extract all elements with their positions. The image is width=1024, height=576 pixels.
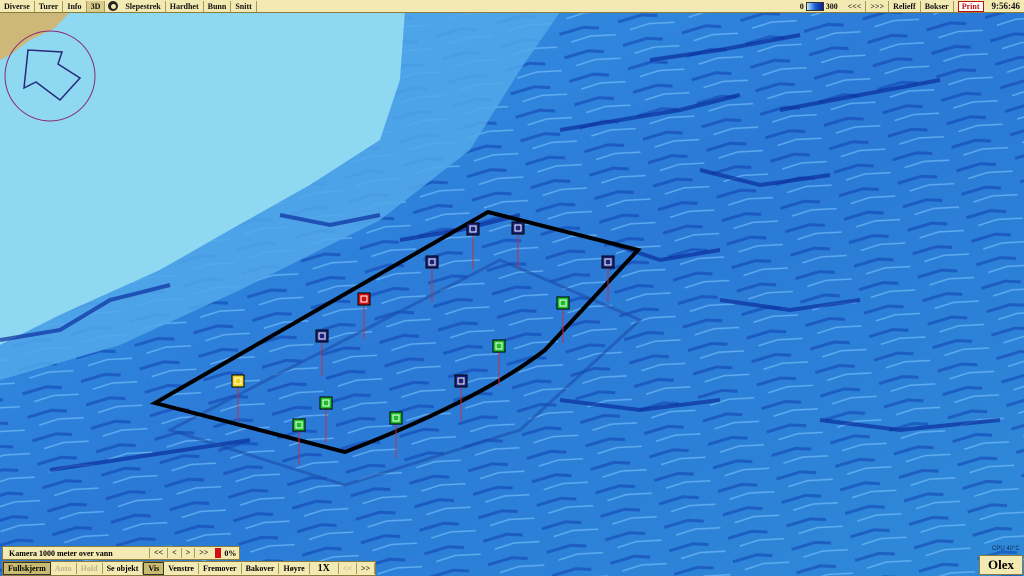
- top-right-group: 0 300 <<< >>> Relieff Bokser Print 9:56:…: [794, 0, 1024, 12]
- camera-bar: Kamera 1000 meter over vann << < > >> 0%: [2, 546, 241, 560]
- marker-green[interactable]: [492, 339, 506, 353]
- fullskjerm-button[interactable]: Fullskjerm: [3, 562, 51, 575]
- compass[interactable]: [4, 30, 96, 122]
- menu-slepestrek[interactable]: Slepestrek: [121, 0, 166, 12]
- marker-blue[interactable]: [315, 329, 329, 343]
- auto-button[interactable]: Auto: [51, 563, 77, 574]
- venstre-button[interactable]: Venstre: [164, 563, 199, 574]
- speed-down-button[interactable]: <<: [339, 563, 358, 574]
- compass-ring: [4, 30, 96, 122]
- speed-indicator: 1X: [310, 563, 339, 574]
- hoyre-button[interactable]: Høyre: [279, 563, 310, 574]
- target-icon[interactable]: [108, 1, 119, 11]
- vis-button[interactable]: Vis: [143, 562, 165, 575]
- camera-label: Kamera 1000 meter over vann: [9, 548, 113, 558]
- menu-hardhet[interactable]: Hardhet: [166, 0, 204, 12]
- menu-bunn[interactable]: Bunn: [204, 0, 232, 12]
- relieff-button[interactable]: Relieff: [889, 0, 921, 12]
- top-menu-bar: Diverse Turer Info 3D Slepestrek Hardhet…: [0, 0, 1024, 13]
- speed-up-button[interactable]: >>: [357, 563, 376, 574]
- marker-red[interactable]: [357, 292, 371, 306]
- seafloor-3d-view[interactable]: [0, 0, 1024, 576]
- clock: 9:56:46: [991, 1, 1021, 11]
- depth-scale: 0 300: [794, 1, 844, 11]
- bottom-control-bar: Fullskjerm Auto Hold Se objekt Vis Venst…: [2, 561, 377, 576]
- marker-yellow[interactable]: [231, 374, 245, 388]
- marker-green[interactable]: [556, 296, 570, 310]
- marker-blue[interactable]: [425, 255, 439, 269]
- marker-blue[interactable]: [511, 221, 525, 235]
- menu-turer[interactable]: Turer: [35, 0, 64, 12]
- marker-blue[interactable]: [454, 374, 468, 388]
- menu-diverse[interactable]: Diverse: [0, 0, 35, 12]
- camera-percent: 0%: [224, 548, 237, 558]
- hold-button[interactable]: Hold: [77, 563, 103, 574]
- marker-green[interactable]: [389, 411, 403, 425]
- fremover-button[interactable]: Fremover: [199, 563, 242, 574]
- menu-snitt[interactable]: Snitt: [231, 0, 257, 12]
- bakover-button[interactable]: Bakover: [242, 563, 280, 574]
- camera-back-button[interactable]: <: [167, 548, 181, 558]
- se-objekt-button[interactable]: Se objekt: [103, 563, 144, 574]
- marker-blue[interactable]: [601, 255, 615, 269]
- compass-arrow-icon: [23, 49, 82, 102]
- nav-back-button[interactable]: <<<: [844, 0, 867, 12]
- marker-green[interactable]: [319, 396, 333, 410]
- nav-forward-button[interactable]: >>>: [866, 0, 890, 12]
- depth-scale-max: 300: [825, 1, 838, 11]
- print-button[interactable]: Print: [957, 0, 984, 12]
- menu-3d[interactable]: 3D: [86, 0, 106, 12]
- camera-fast-forward-button[interactable]: >>: [194, 548, 212, 558]
- depth-scale-min: 0: [799, 1, 804, 11]
- marker-blue[interactable]: [466, 222, 480, 236]
- olex-logo-button[interactable]: Olex: [979, 555, 1023, 575]
- bokser-button[interactable]: Bokser: [921, 0, 954, 12]
- depth-scale-bar: [805, 1, 824, 11]
- cpu-temperature: CPU 40°C: [992, 546, 1020, 552]
- camera-fast-back-button[interactable]: <<: [149, 548, 167, 558]
- menu-info[interactable]: Info: [63, 0, 87, 12]
- marker-green[interactable]: [292, 418, 306, 432]
- camera-forward-button[interactable]: >: [180, 548, 195, 558]
